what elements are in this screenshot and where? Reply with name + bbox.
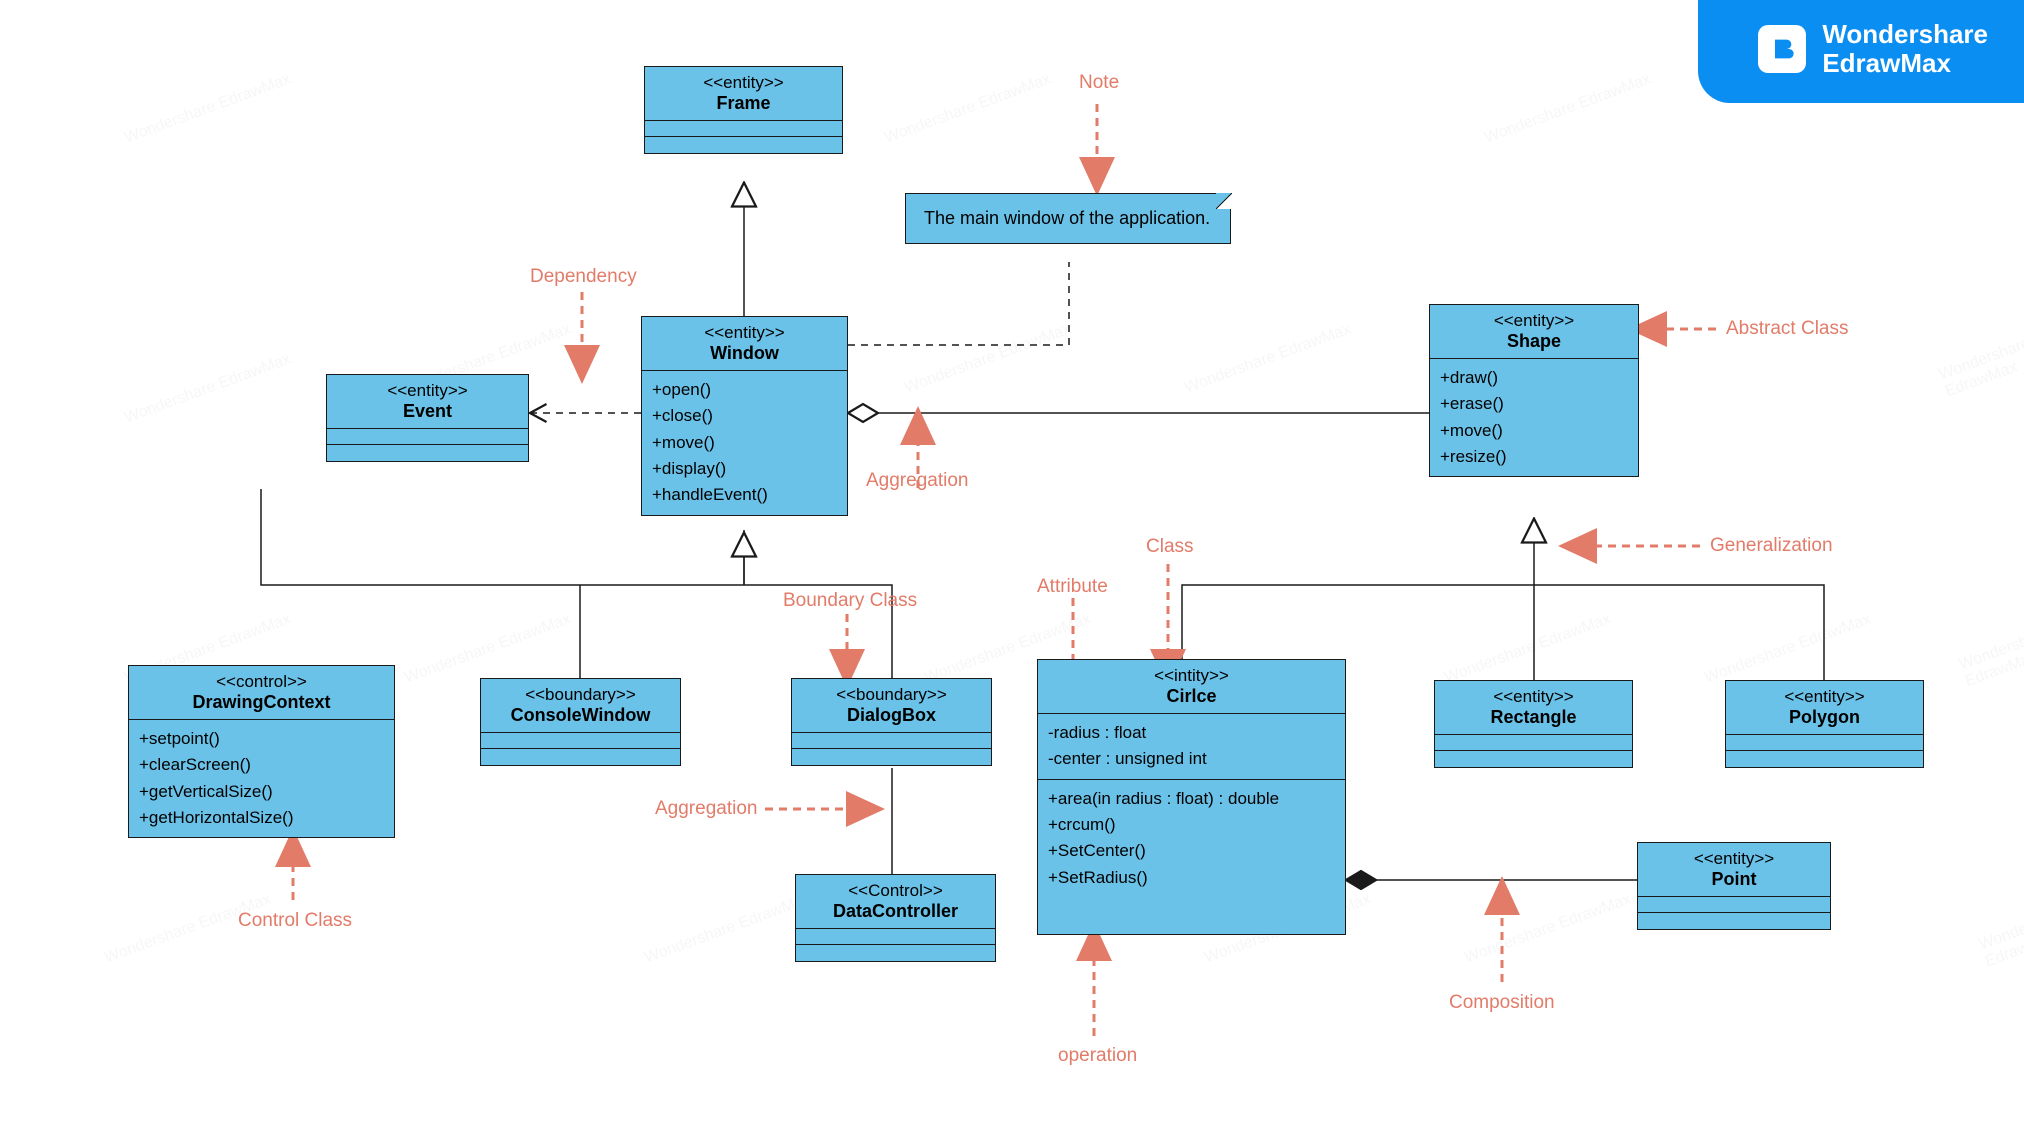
class-polygon: <<entity>>Polygon [1725, 680, 1924, 768]
class-point: <<entity>>Point [1637, 842, 1831, 930]
op: +move() [1440, 418, 1628, 444]
op: +resize() [1440, 444, 1628, 470]
wondershare-badge: Wondershare EdrawMax [1698, 0, 2024, 103]
class-data-controller: <<Control>>DataController [795, 874, 996, 962]
op: +erase() [1440, 391, 1628, 417]
label-aggregation-2: Aggregation [655, 798, 757, 820]
op: +clearScreen() [139, 752, 384, 778]
label-boundary-class: Boundary Class [783, 590, 917, 612]
class-dialog-box: <<boundary>>DialogBox [791, 678, 992, 766]
label-abstract-class: Abstract Class [1726, 318, 1848, 340]
watermark: Wondershare EdrawMax [1957, 625, 2024, 692]
class-console-window: <<boundary>>ConsoleWindow [480, 678, 681, 766]
op: +move() [652, 430, 837, 456]
op: +getHorizontalSize() [139, 805, 384, 831]
attr: -center : unsigned int [1048, 746, 1335, 772]
label-dependency: Dependency [530, 266, 637, 288]
label-generalization: Generalization [1710, 535, 1833, 557]
op: +display() [652, 456, 837, 482]
watermark: Wondershare EdrawMax [642, 890, 813, 967]
op: +draw() [1440, 365, 1628, 391]
op: +getVerticalSize() [139, 779, 384, 805]
class-event: <<entity>>Event [326, 374, 529, 462]
label-note: Note [1079, 72, 1119, 94]
edrawmax-logo-icon [1758, 25, 1806, 73]
class-window: <<entity>>Window +open() +close() +move(… [641, 316, 848, 516]
watermark: Wondershare EdrawMax [1702, 610, 1873, 687]
op: +setpoint() [139, 726, 384, 752]
badge-line1: Wondershare [1822, 20, 1988, 49]
watermark: Wondershare EdrawMax [1182, 320, 1353, 397]
note-box: The main window of the application. [905, 193, 1231, 244]
op: +SetRadius() [1048, 865, 1335, 891]
watermark: Wondershare EdrawMax [1977, 905, 2024, 972]
label-operation: operation [1058, 1045, 1137, 1067]
watermark: Wondershare EdrawMax [1937, 335, 2024, 402]
watermark: Wondershare EdrawMax [1482, 70, 1653, 147]
connectors-layer [0, 0, 2024, 1140]
class-rectangle: <<entity>>Rectangle [1434, 680, 1633, 768]
class-drawing-context: <<control>>DrawingContext +setpoint() +c… [128, 665, 395, 838]
class-circle: <<intity>>Cirlce -radius : float -center… [1037, 659, 1346, 935]
op: +crcum() [1048, 812, 1335, 838]
class-frame: <<entity>>Frame [644, 66, 843, 154]
label-control-class: Control Class [238, 910, 352, 932]
label-aggregation: Aggregation [866, 470, 968, 492]
watermark: Wondershare EdrawMax [122, 350, 293, 427]
op: +close() [652, 403, 837, 429]
op: +handleEvent() [652, 482, 837, 508]
watermark: Wondershare EdrawMax [902, 320, 1073, 397]
op: +SetCenter() [1048, 838, 1335, 864]
watermark: Wondershare EdrawMax [122, 70, 293, 147]
note-text: The main window of the application. [924, 208, 1210, 228]
watermark: Wondershare EdrawMax [1462, 890, 1633, 967]
watermark: Wondershare EdrawMax [1442, 610, 1613, 687]
watermark: Wondershare EdrawMax [882, 70, 1053, 147]
badge-line2: EdrawMax [1822, 49, 1988, 78]
label-composition: Composition [1449, 992, 1555, 1014]
class-shape: <<entity>>Shape +draw() +erase() +move()… [1429, 304, 1639, 477]
op: +open() [652, 377, 837, 403]
label-class: Class [1146, 536, 1194, 558]
op: +area(in radius : float) : double [1048, 786, 1335, 812]
watermark: Wondershare EdrawMax [402, 610, 573, 687]
attr: -radius : float [1048, 720, 1335, 746]
label-attribute: Attribute [1037, 576, 1108, 598]
